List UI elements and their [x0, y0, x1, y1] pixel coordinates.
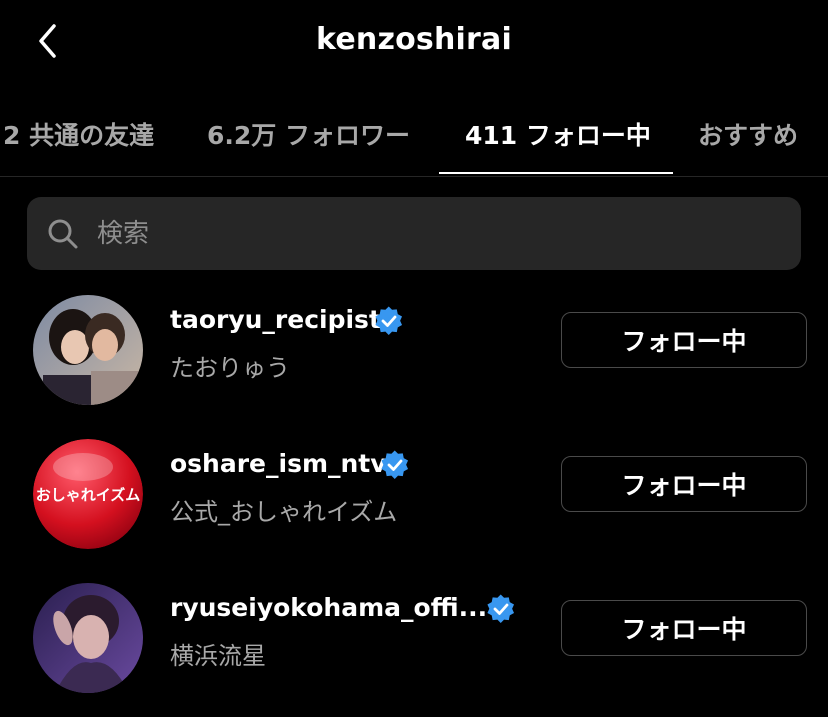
display-name: たおりゅう: [170, 354, 290, 382]
tab-following[interactable]: 411 フォロー中: [465, 116, 651, 152]
following-button[interactable]: フォロー中: [561, 456, 807, 512]
avatar-logo-text: おしゃれイズム: [36, 486, 141, 504]
username[interactable]: ryuseiyokohama_offi...: [170, 593, 487, 622]
avatar[interactable]: [33, 583, 143, 693]
following-button[interactable]: フォロー中: [561, 600, 807, 656]
list-item[interactable]: ryuseiyokohama_offi... 横浜流星 フォロー中: [0, 580, 828, 710]
list-item[interactable]: おしゃれイズム oshare_ism_ntv 公式_おしゃれイズム フォロー中: [0, 436, 828, 566]
page-title: kenzoshirai: [316, 22, 512, 57]
verified-badge-icon: [380, 450, 410, 480]
avatar[interactable]: おしゃれイズム: [33, 439, 143, 549]
verified-badge-icon: [486, 594, 516, 624]
search-input[interactable]: [95, 209, 779, 259]
avatar[interactable]: [33, 295, 143, 405]
display-name: 公式_おしゃれイズム: [170, 498, 398, 526]
username[interactable]: oshare_ism_ntv: [170, 449, 387, 478]
tab-bar: 2 共通の友達 6.2万 フォロワー 411 フォロー中 おすすめ: [0, 92, 828, 177]
search-bar[interactable]: [27, 197, 801, 270]
list-item[interactable]: taoryu_recipist たおりゅう フォロー中: [0, 292, 828, 422]
active-tab-indicator: [439, 172, 673, 174]
search-icon: [48, 219, 78, 249]
username[interactable]: taoryu_recipist: [170, 305, 381, 334]
display-name: 横浜流星: [170, 642, 266, 670]
verified-badge-icon: [374, 306, 404, 336]
tab-suggested[interactable]: おすすめ: [698, 116, 798, 152]
tab-mutual-friends[interactable]: 2 共通の友達: [3, 116, 154, 152]
following-button[interactable]: フォロー中: [561, 312, 807, 368]
tab-followers[interactable]: 6.2万 フォロワー: [207, 116, 410, 152]
top-bar: kenzoshirai: [0, 0, 828, 92]
